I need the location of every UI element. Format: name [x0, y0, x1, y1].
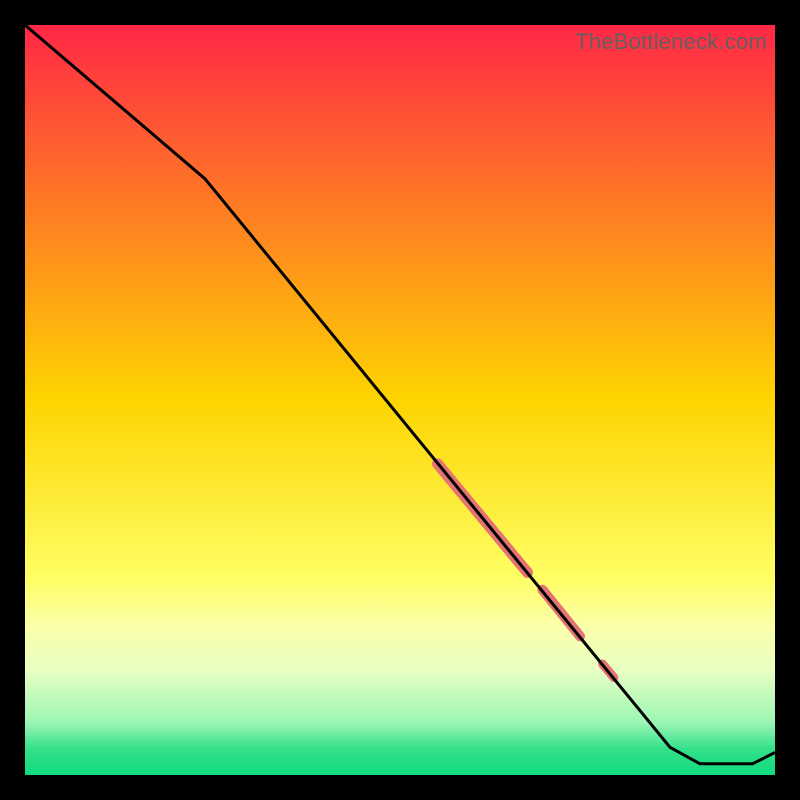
gradient-background — [25, 25, 775, 775]
plot-area: TheBottleneck.com — [25, 25, 775, 775]
watermark-text: TheBottleneck.com — [575, 29, 767, 55]
chart-svg — [25, 25, 775, 775]
chart-frame: TheBottleneck.com — [0, 0, 800, 800]
